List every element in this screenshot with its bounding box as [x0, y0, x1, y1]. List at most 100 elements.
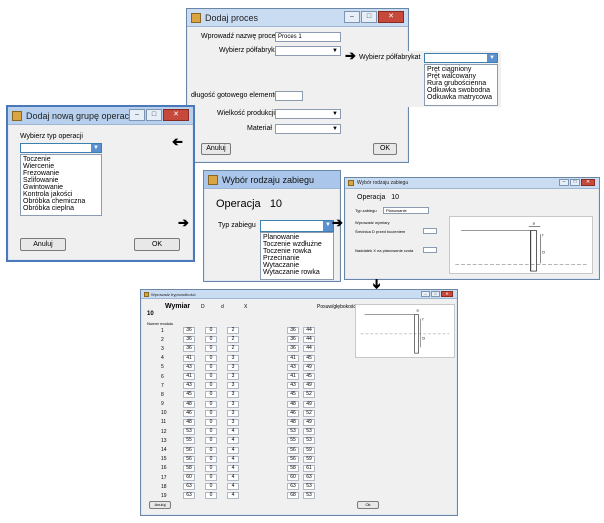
value-input[interactable]: 36: [183, 345, 195, 353]
value-input[interactable]: 3: [227, 418, 239, 426]
blank-option[interactable]: Rura grubościenna: [427, 80, 495, 87]
maximize-icon[interactable]: □: [570, 179, 580, 186]
value-input[interactable]: 45: [303, 354, 315, 362]
cut-type-option[interactable]: Toczenie rowka: [263, 248, 331, 255]
blank-option[interactable]: Pręt ciągniony: [427, 66, 495, 73]
value-input[interactable]: 49: [303, 363, 315, 371]
value-input[interactable]: 60: [287, 474, 299, 482]
value-input[interactable]: 58: [183, 464, 195, 472]
value-input[interactable]: 41: [287, 373, 299, 381]
minimize-icon[interactable]: –: [421, 291, 430, 297]
value-input[interactable]: 58: [287, 464, 299, 472]
close-icon[interactable]: ✕: [378, 11, 404, 23]
value-input[interactable]: 53: [303, 428, 315, 436]
value-input[interactable]: 49: [303, 400, 315, 408]
value-input[interactable]: 0: [205, 428, 217, 436]
value-input[interactable]: 43: [287, 382, 299, 390]
value-input[interactable]: 48: [183, 400, 195, 408]
value-input[interactable]: 44: [303, 336, 315, 344]
value-input[interactable]: 36: [287, 336, 299, 344]
value-input[interactable]: 49: [303, 418, 315, 426]
value-input[interactable]: 52: [303, 391, 315, 399]
value-input[interactable]: 53: [303, 437, 315, 445]
operation-type-select[interactable]: ▼: [20, 143, 102, 153]
ok-button[interactable]: Ok: [357, 501, 379, 509]
value-input[interactable]: 4: [227, 437, 239, 445]
value-input[interactable]: 4: [227, 446, 239, 454]
production-size-select[interactable]: ▼: [275, 109, 341, 119]
ok-button[interactable]: OK: [134, 238, 180, 251]
value-input[interactable]: 56: [183, 455, 195, 463]
blank-popup-select[interactable]: ▼: [424, 53, 498, 63]
value-input[interactable]: 4: [227, 474, 239, 482]
value-input[interactable]: 0: [205, 354, 217, 362]
cut-type-option[interactable]: Planowanie: [263, 234, 331, 241]
operation-option[interactable]: Obróbka chemiczna: [23, 198, 99, 205]
value-input[interactable]: 63: [287, 483, 299, 491]
close-icon[interactable]: ✕: [581, 179, 595, 186]
operation-option[interactable]: Wiercenie: [23, 163, 99, 170]
value-input[interactable]: 41: [183, 354, 195, 362]
value-input[interactable]: 0: [205, 382, 217, 390]
blank-option[interactable]: Odkuwka swobodna: [427, 87, 495, 94]
value-input[interactable]: 56: [287, 446, 299, 454]
minimize-icon[interactable]: –: [559, 179, 569, 186]
cancel-button[interactable]: Anuluj: [20, 238, 66, 251]
cut-type-option[interactable]: Wytaczanie: [263, 262, 331, 269]
value-input[interactable]: 41: [183, 373, 195, 381]
operation-option[interactable]: Toczenie: [23, 156, 99, 163]
close-icon[interactable]: ✕: [163, 109, 189, 121]
value-input[interactable]: 61: [303, 464, 315, 472]
cut-type-option[interactable]: Przecinanie: [263, 255, 331, 262]
value-input[interactable]: 0: [205, 400, 217, 408]
operation-option[interactable]: Obróbka cieplna: [23, 205, 99, 212]
value-input[interactable]: 55: [183, 437, 195, 445]
value-input[interactable]: 56: [183, 446, 195, 454]
value-input[interactable]: 45: [287, 391, 299, 399]
value-input[interactable]: 36: [287, 345, 299, 353]
value-input[interactable]: 0: [205, 336, 217, 344]
value-input[interactable]: 41: [287, 354, 299, 362]
value-input[interactable]: 45: [303, 373, 315, 381]
cut-type-select[interactable]: Planowanie: [383, 207, 429, 214]
value-input[interactable]: 63: [183, 492, 195, 500]
diameter-input[interactable]: [423, 228, 437, 234]
value-input[interactable]: 0: [205, 345, 217, 353]
length-input[interactable]: [275, 91, 303, 101]
value-input[interactable]: 0: [205, 492, 217, 500]
value-input[interactable]: 3: [227, 363, 239, 371]
value-input[interactable]: 0: [205, 437, 217, 445]
value-input[interactable]: 4: [227, 483, 239, 491]
value-input[interactable]: 3: [227, 409, 239, 417]
value-input[interactable]: 0: [205, 455, 217, 463]
value-input[interactable]: 44: [303, 327, 315, 335]
value-input[interactable]: 36: [183, 327, 195, 335]
blank-option[interactable]: Odkuwka matrycowa: [427, 94, 495, 101]
value-input[interactable]: 45: [183, 391, 195, 399]
value-input[interactable]: 4: [227, 428, 239, 436]
blank-select[interactable]: ▼: [275, 46, 341, 56]
value-input[interactable]: 3: [227, 354, 239, 362]
value-input[interactable]: 60: [183, 474, 195, 482]
value-input[interactable]: 0: [205, 474, 217, 482]
value-input[interactable]: 3: [227, 382, 239, 390]
value-input[interactable]: 36: [183, 336, 195, 344]
value-input[interactable]: 59: [303, 455, 315, 463]
close-icon[interactable]: ✕: [441, 291, 453, 297]
allowance-input[interactable]: [423, 247, 437, 253]
value-input[interactable]: 4: [227, 492, 239, 500]
cancel-button[interactable]: Anuluj: [149, 501, 171, 509]
value-input[interactable]: 63: [303, 474, 315, 482]
value-input[interactable]: 43: [287, 363, 299, 371]
value-input[interactable]: 53: [183, 428, 195, 436]
value-input[interactable]: 43: [183, 382, 195, 390]
value-input[interactable]: 44: [303, 345, 315, 353]
value-input[interactable]: 4: [227, 464, 239, 472]
value-input[interactable]: 63: [183, 483, 195, 491]
value-input[interactable]: 0: [205, 373, 217, 381]
value-input[interactable]: 0: [205, 391, 217, 399]
value-input[interactable]: 0: [205, 446, 217, 454]
process-name-input[interactable]: Proces 1: [275, 32, 341, 42]
value-input[interactable]: 55: [287, 437, 299, 445]
cancel-button[interactable]: Anuluj: [201, 143, 231, 155]
